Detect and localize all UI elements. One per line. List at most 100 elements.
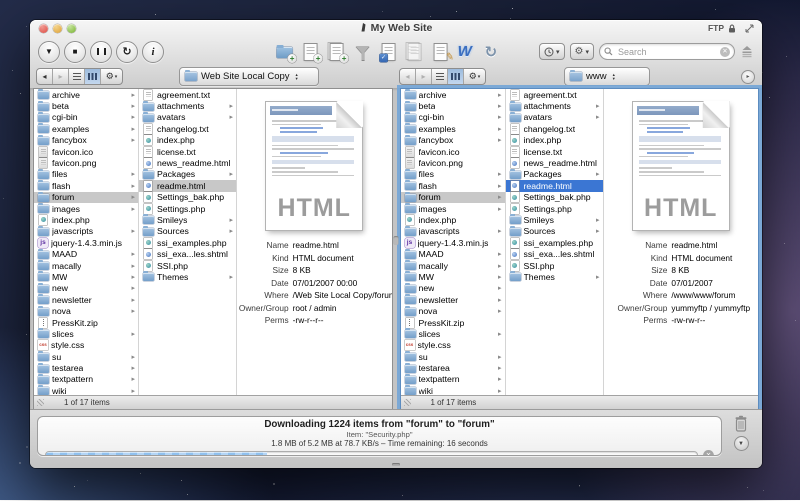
- resize-grip-icon[interactable]: [37, 399, 44, 406]
- list-item[interactable]: news_readme.html: [506, 157, 603, 168]
- list-item[interactable]: index.php: [34, 214, 138, 225]
- list-item[interactable]: files▸: [401, 169, 505, 180]
- list-item[interactable]: ssi_examples.php: [139, 237, 236, 248]
- list-item[interactable]: examples▸: [401, 123, 505, 134]
- list-item[interactable]: textpattern▸: [401, 374, 505, 385]
- search-field[interactable]: ✕: [599, 43, 735, 60]
- list-item[interactable]: cgi-bin▸: [34, 112, 138, 123]
- list-item[interactable]: favicon.ico: [34, 146, 138, 157]
- list-item[interactable]: slices▸: [401, 328, 505, 339]
- list-item[interactable]: attachments▸: [506, 100, 603, 111]
- filter-button[interactable]: [352, 41, 375, 63]
- forward-button[interactable]: ▸: [53, 69, 69, 84]
- list-item[interactable]: beta▸: [401, 100, 505, 111]
- list-item[interactable]: images▸: [401, 203, 505, 214]
- remote-path-popup[interactable]: www ▴▾: [564, 67, 650, 86]
- list-item[interactable]: agreement.txt: [506, 89, 603, 100]
- list-item[interactable]: flash▸: [34, 180, 138, 191]
- stop-button[interactable]: ■: [64, 41, 86, 63]
- list-item[interactable]: nova▸: [401, 305, 505, 316]
- list-item[interactable]: agreement.txt: [139, 89, 236, 100]
- list-item[interactable]: cssstyle.css: [34, 340, 138, 351]
- list-item[interactable]: license.txt: [139, 146, 236, 157]
- panel-splitter-handle[interactable]: [394, 236, 399, 245]
- new-folder-button[interactable]: +: [274, 41, 297, 63]
- list-item[interactable]: ssi_examples.php: [506, 237, 603, 248]
- queue-toggle-button[interactable]: ▸: [741, 70, 755, 84]
- history-dropdown-button[interactable]: ▾: [539, 43, 565, 60]
- list-item[interactable]: SSI.php: [506, 260, 603, 271]
- list-item[interactable]: index.php: [139, 135, 236, 146]
- list-item[interactable]: readme.html: [506, 180, 603, 191]
- list-item[interactable]: attachments▸: [139, 100, 236, 111]
- list-item[interactable]: Settings.php: [139, 203, 236, 214]
- list-item[interactable]: Sources▸: [506, 226, 603, 237]
- list-item[interactable]: MAAD▸: [34, 248, 138, 259]
- list-item[interactable]: examples▸: [34, 123, 138, 134]
- list-item[interactable]: wiki▸: [401, 385, 505, 395]
- trash-icon[interactable]: [733, 415, 749, 432]
- reload-button[interactable]: ↻: [116, 41, 138, 63]
- transfer-button[interactable]: ▼: [38, 41, 60, 63]
- list-item[interactable]: favicon.png: [34, 157, 138, 168]
- actions-dropdown-button[interactable]: ⚙ ▾: [570, 43, 594, 60]
- list-item[interactable]: MW▸: [401, 271, 505, 282]
- list-item[interactable]: Packages▸: [139, 169, 236, 180]
- list-item[interactable]: archive▸: [34, 89, 138, 100]
- list-item[interactable]: cssstyle.css: [401, 340, 505, 351]
- list-item[interactable]: Smileys▸: [139, 214, 236, 225]
- search-input[interactable]: [616, 46, 717, 58]
- list-item[interactable]: SSI.php: [139, 260, 236, 271]
- folder-actions-button[interactable]: ⚙▾: [101, 69, 122, 84]
- list-item[interactable]: macally▸: [34, 260, 138, 271]
- list-item[interactable]: favicon.ico: [401, 146, 505, 157]
- duplicate-file-button[interactable]: +: [326, 41, 349, 63]
- list-item[interactable]: javascripts▸: [34, 226, 138, 237]
- cancel-transfer-button[interactable]: ✕: [703, 450, 714, 456]
- list-item[interactable]: license.txt: [506, 146, 603, 157]
- list-item[interactable]: newsletter▸: [401, 294, 505, 305]
- list-item[interactable]: forum▸: [401, 192, 505, 203]
- list-item[interactable]: textpattern▸: [34, 374, 138, 385]
- list-item[interactable]: Sources▸: [139, 226, 236, 237]
- info-button[interactable]: i: [142, 41, 164, 63]
- new-file-button[interactable]: +: [300, 41, 323, 63]
- disconnect-eject-button[interactable]: [740, 45, 754, 58]
- list-item[interactable]: Packages▸: [506, 169, 603, 180]
- list-item[interactable]: Themes▸: [139, 271, 236, 282]
- local-path-popup[interactable]: Web Site Local Copy ▴▾: [179, 67, 319, 86]
- document-proxy-icon[interactable]: [360, 22, 367, 32]
- list-item[interactable]: Themes▸: [506, 271, 603, 282]
- list-item[interactable]: testarea▸: [34, 362, 138, 373]
- sync-button[interactable]: ↻: [482, 41, 505, 63]
- list-item[interactable]: Settings_bak.php: [139, 192, 236, 203]
- edit-button[interactable]: ✎: [430, 41, 453, 63]
- list-item[interactable]: ssi_exa...les.shtml: [139, 248, 236, 259]
- list-view-button[interactable]: [69, 69, 85, 84]
- fullscreen-icon[interactable]: [745, 24, 754, 33]
- list-item[interactable]: beta▸: [34, 100, 138, 111]
- list-item[interactable]: Smileys▸: [506, 214, 603, 225]
- list-item[interactable]: Settings_bak.php: [506, 192, 603, 203]
- list-item[interactable]: forum▸: [34, 192, 138, 203]
- pause-button[interactable]: [90, 41, 112, 63]
- list-item[interactable]: flash▸: [401, 180, 505, 191]
- search-clear-button[interactable]: ✕: [720, 47, 730, 57]
- list-item[interactable]: index.php: [506, 135, 603, 146]
- list-item[interactable]: changelog.txt: [506, 123, 603, 134]
- list-item[interactable]: ssi_exa...les.shtml: [506, 248, 603, 259]
- back-button[interactable]: ◂: [37, 69, 53, 84]
- window-resize-grip[interactable]: [392, 463, 400, 466]
- list-item[interactable]: jsjquery-1.4.3.min.js: [34, 237, 138, 248]
- list-item[interactable]: changelog.txt: [139, 123, 236, 134]
- column-view-button[interactable]: [85, 69, 101, 84]
- list-item[interactable]: Settings.php: [506, 203, 603, 214]
- list-item[interactable]: readme.html: [139, 180, 236, 191]
- list-item[interactable]: su▸: [34, 351, 138, 362]
- back-button[interactable]: ◂: [400, 69, 416, 84]
- list-item[interactable]: MW▸: [34, 271, 138, 282]
- list-item[interactable]: new▸: [34, 283, 138, 294]
- list-item[interactable]: avatars▸: [139, 112, 236, 123]
- mirror-button[interactable]: [404, 41, 427, 63]
- list-item[interactable]: images▸: [34, 203, 138, 214]
